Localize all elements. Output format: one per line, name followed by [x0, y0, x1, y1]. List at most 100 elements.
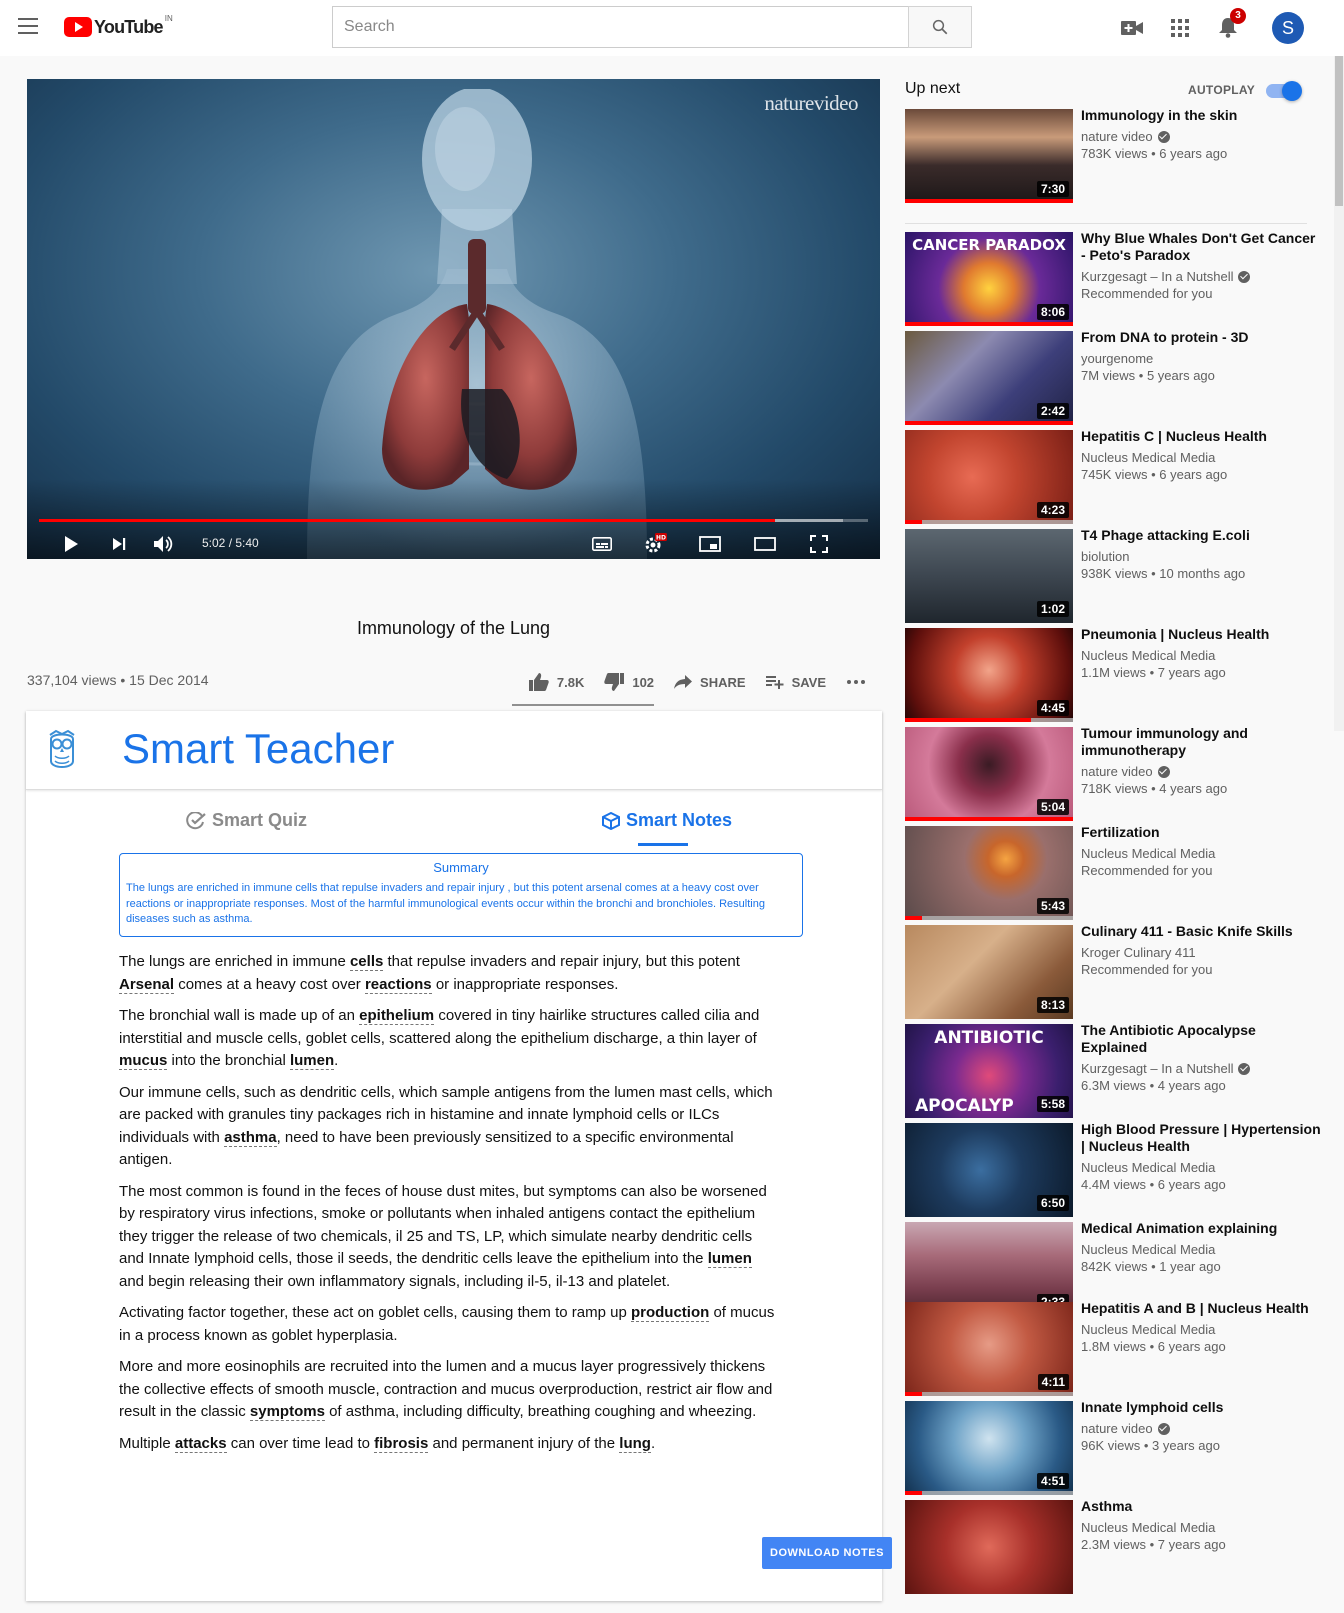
video-title-link[interactable]: The Antibiotic Apocalypse Explained — [1081, 1022, 1321, 1056]
key-term[interactable]: reactions — [364, 975, 432, 994]
key-term[interactable]: epithelium — [359, 1007, 435, 1025]
save-button[interactable]: SAVE — [765, 675, 826, 690]
notifications-button[interactable]: 3 — [1208, 8, 1248, 48]
key-term[interactable]: lung — [619, 1434, 651, 1453]
video-title-link[interactable]: Why Blue Whales Don't Get Cancer - Peto'… — [1081, 230, 1321, 264]
video-player[interactable]: naturevideo 5:02 / 5:40 HD — [27, 79, 880, 559]
search-button[interactable] — [908, 6, 972, 48]
recommended-video[interactable]: 4:45 Pneumonia | Nucleus Health Nucleus Me… — [905, 626, 1325, 722]
recommended-video[interactable]: 8:13 Culinary 411 - Basic Knife Skills Kro… — [905, 923, 1325, 1019]
channel-name[interactable]: Nucleus Medical Media — [1081, 449, 1215, 466]
play-button[interactable] — [55, 531, 87, 557]
page-scrollbar[interactable] — [1334, 56, 1344, 731]
recommended-video[interactable]: 5:04 Tumour immunology and immunotherapy n… — [905, 725, 1325, 821]
recommended-video[interactable]: ANTIBIOTIC APOCALYP 5:58 The Antibiotic Apo… — [905, 1022, 1325, 1118]
recommended-video[interactable]: Asthma Nucleus Medical Media 2.3M views • … — [905, 1498, 1325, 1594]
settings-button[interactable]: HD — [639, 531, 671, 557]
video-title-link[interactable]: Immunology in the skin — [1081, 107, 1321, 124]
video-thumbnail[interactable] — [905, 1500, 1073, 1594]
channel-name[interactable]: Nucleus Medical Media — [1081, 1159, 1215, 1176]
recommended-video[interactable]: 1:02 T4 Phage attacking E.coli biolution 93… — [905, 527, 1325, 623]
video-title-link[interactable]: Hepatitis C | Nucleus Health — [1081, 428, 1321, 445]
video-thumbnail[interactable]: 4:45 — [905, 628, 1073, 722]
video-title-link[interactable]: Innate lymphoid cells — [1081, 1399, 1321, 1416]
video-title-link[interactable]: Fertilization — [1081, 824, 1321, 841]
video-title-link[interactable]: Tumour immunology and immunotherapy — [1081, 725, 1321, 759]
video-thumbnail[interactable]: ANTIBIOTIC APOCALYP 5:58 — [905, 1024, 1073, 1118]
miniplayer-button[interactable] — [694, 531, 726, 557]
recommended-video[interactable]: 4:51 Innate lymphoid cells nature video 96K… — [905, 1399, 1325, 1495]
recommended-video[interactable]: 5:43 Fertilization Nucleus Medical Media Re… — [905, 824, 1325, 920]
search-input[interactable] — [332, 6, 908, 48]
channel-name[interactable]: Kurzgesagt – In a Nutshell — [1081, 268, 1233, 285]
more-actions-button[interactable] — [846, 679, 874, 685]
key-term[interactable]: symptoms — [249, 1403, 325, 1421]
key-term[interactable]: lumen — [707, 1250, 752, 1268]
video-thumbnail[interactable]: 7:30 — [905, 109, 1073, 203]
video-title-link[interactable]: Hepatitis A and B | Nucleus Health — [1081, 1300, 1321, 1317]
menu-icon[interactable] — [18, 18, 38, 34]
avatar[interactable]: S — [1272, 12, 1304, 44]
video-title-link[interactable]: High Blood Pressure | Hypertension | Nuc… — [1081, 1121, 1321, 1155]
share-button[interactable]: SHARE — [674, 675, 746, 690]
video-title-link[interactable]: T4 Phage attacking E.coli — [1081, 527, 1321, 544]
create-video-button[interactable] — [1112, 8, 1152, 48]
channel-name[interactable]: Kroger Culinary 411 — [1081, 944, 1196, 961]
dislike-button[interactable]: 102 — [604, 673, 654, 691]
key-term[interactable]: Arsenal — [119, 975, 175, 994]
channel-name[interactable]: Nucleus Medical Media — [1081, 1321, 1215, 1338]
recommended-video[interactable]: 2:42 From DNA to protein - 3D yourgenome 7M… — [905, 329, 1325, 425]
channel-name[interactable]: Nucleus Medical Media — [1081, 845, 1215, 862]
key-term[interactable]: lumen — [289, 1052, 335, 1070]
key-term[interactable]: attacks — [174, 1434, 227, 1453]
progress-bar[interactable] — [39, 519, 868, 522]
video-title-link[interactable]: Pneumonia | Nucleus Health — [1081, 626, 1321, 643]
video-thumbnail[interactable]: 8:13 — [905, 925, 1073, 1019]
video-title-link[interactable]: From DNA to protein - 3D — [1081, 329, 1321, 346]
channel-name[interactable]: Nucleus Medical Media — [1081, 647, 1215, 664]
channel-name[interactable]: Kurzgesagt – In a Nutshell — [1081, 1060, 1233, 1077]
autoplay-toggle[interactable] — [1266, 81, 1302, 101]
key-term[interactable]: production — [630, 1304, 710, 1322]
channel-name[interactable]: biolution — [1081, 548, 1129, 565]
video-title-link[interactable]: Culinary 411 - Basic Knife Skills — [1081, 923, 1321, 940]
recommended-video[interactable]: CANCER PARADOX 8:06 Why Blue Whales Don't … — [905, 230, 1325, 326]
channel-name[interactable]: nature video — [1081, 1420, 1153, 1437]
video-title-link[interactable]: Medical Animation explaining — [1081, 1220, 1321, 1237]
video-thumbnail[interactable]: 1:02 — [905, 529, 1073, 623]
youtube-logo[interactable]: YouTube IN — [64, 14, 173, 38]
key-term[interactable]: asthma — [224, 1128, 277, 1147]
recommended-video[interactable]: 4:23 Hepatitis C | Nucleus Health Nucleus … — [905, 428, 1325, 524]
volume-button[interactable] — [147, 531, 179, 557]
download-notes-button[interactable]: DOWNLOAD NOTES — [762, 1537, 892, 1569]
key-term[interactable]: fibrosis — [374, 1434, 429, 1453]
recommended-video[interactable]: 6:50 High Blood Pressure | Hypertension |… — [905, 1121, 1325, 1217]
tab-smart-quiz[interactable]: Smart Quiz — [186, 810, 307, 831]
next-button[interactable] — [103, 531, 135, 557]
video-thumbnail[interactable]: 4:11 — [905, 1302, 1073, 1396]
video-thumbnail[interactable]: 4:23 — [905, 430, 1073, 524]
apps-button[interactable] — [1160, 8, 1200, 48]
fullscreen-button[interactable] — [803, 531, 835, 557]
like-button[interactable]: 7.8K — [528, 673, 584, 691]
captions-button[interactable] — [586, 531, 618, 557]
scrollbar-thumb[interactable] — [1335, 56, 1343, 206]
video-title-link[interactable]: Asthma — [1081, 1498, 1321, 1515]
video-thumbnail[interactable]: 6:50 — [905, 1123, 1073, 1217]
key-term[interactable]: mucus — [119, 1052, 168, 1070]
video-thumbnail[interactable]: 5:04 — [905, 727, 1073, 821]
channel-name[interactable]: Nucleus Medical Media — [1081, 1519, 1215, 1536]
video-thumbnail[interactable]: 5:43 — [905, 826, 1073, 920]
recommended-video[interactable]: 4:11 Hepatitis A and B | Nucleus Health Nu… — [905, 1300, 1325, 1396]
channel-name[interactable]: Nucleus Medical Media — [1081, 1241, 1215, 1258]
tab-smart-notes[interactable]: Smart Notes — [602, 810, 732, 831]
video-thumbnail[interactable]: CANCER PARADOX 8:06 — [905, 232, 1073, 326]
recommended-video[interactable]: 7:30 Immunology in the skin nature video 78… — [905, 107, 1325, 203]
video-thumbnail[interactable]: 4:51 — [905, 1401, 1073, 1495]
channel-name[interactable]: nature video — [1081, 128, 1153, 145]
key-term[interactable]: cells — [349, 953, 384, 971]
video-thumbnail[interactable]: 2:42 — [905, 331, 1073, 425]
channel-name[interactable]: yourgenome — [1081, 350, 1153, 367]
channel-name[interactable]: nature video — [1081, 763, 1153, 780]
theater-mode-button[interactable] — [749, 531, 781, 557]
